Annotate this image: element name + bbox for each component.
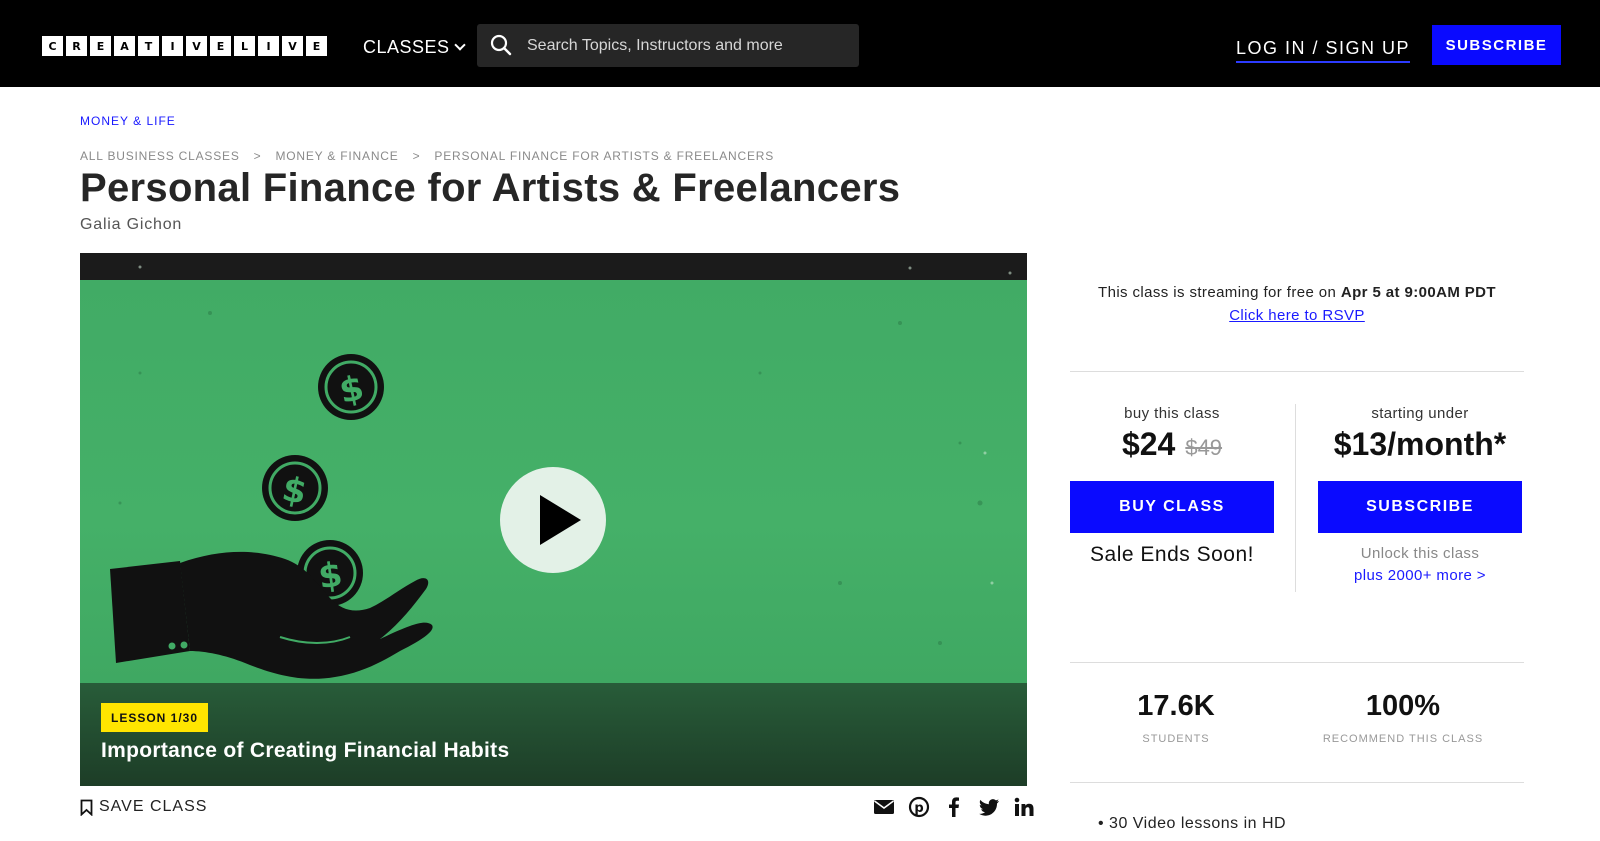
feature-text: 30 Video lessons in HD [1109, 815, 1287, 832]
logo-letter: E [306, 36, 327, 56]
pinterest-icon[interactable]: p [908, 796, 930, 818]
divider [1070, 662, 1524, 663]
subscription-price: $13/month* [1333, 426, 1507, 462]
play-button[interactable] [500, 467, 606, 573]
recommend-label: RECOMMEND THIS CLASS [1322, 733, 1484, 745]
bookmark-icon [80, 799, 93, 816]
sale-notice: Sale Ends Soon! [1090, 543, 1254, 566]
page-title: Personal Finance for Artists & Freelance… [80, 166, 901, 210]
breadcrumb-separator: > [253, 149, 262, 163]
logo-letter: A [114, 36, 135, 56]
subscribe-button[interactable]: SUBSCRIBE [1318, 481, 1522, 533]
logo-letter: E [90, 36, 111, 56]
video-player[interactable]: $ $ $ LESSON 1/30 Importance of Creating… [80, 253, 1027, 786]
lesson-title: Importance of Creating Financial Habits [101, 739, 510, 762]
logo-letter: I [258, 36, 279, 56]
logo-letter: C [42, 36, 63, 56]
streaming-notice: This class is streaming for free on Apr … [1070, 284, 1524, 301]
chevron-down-icon [453, 39, 466, 51]
buy-class-button[interactable]: BUY CLASS [1070, 481, 1274, 533]
streaming-date: Apr 5 at 9:00AM PDT [1340, 284, 1496, 301]
logo-letter: L [234, 36, 255, 56]
original-price: $49 [1185, 435, 1223, 460]
subscription-label: starting under [1371, 405, 1469, 422]
divider [1070, 782, 1524, 783]
recommend-percent: 100% [1365, 690, 1441, 722]
logo-letter: T [138, 36, 159, 56]
email-icon[interactable] [873, 796, 895, 818]
dollar-coin-icon: $ [318, 354, 384, 420]
save-class-button[interactable]: SAVE CLASS [80, 798, 207, 816]
column-divider [1295, 404, 1296, 592]
buy-class-label: buy this class [1124, 405, 1220, 422]
play-icon [540, 495, 581, 545]
classes-dropdown[interactable]: CLASSES [363, 37, 466, 58]
unlock-text: Unlock this class [1360, 545, 1480, 562]
subscribe-button-header[interactable]: SUBSCRIBE [1432, 25, 1561, 65]
lesson-badge: LESSON 1/30 [101, 703, 209, 732]
login-signup-link[interactable]: LOG IN / SIGN UP [1236, 38, 1411, 63]
classes-label: CLASSES [363, 37, 450, 57]
logo-letter: I [162, 36, 183, 56]
feature-list-item: • 30 Video lessons in HD [1098, 815, 1287, 832]
logo-letter: V [282, 36, 303, 56]
creativelive-logo[interactable]: CREATIVELIVE [42, 36, 327, 56]
students-label: STUDENTS [1142, 733, 1210, 745]
instructor-name[interactable]: Galia Gichon [80, 216, 182, 234]
buy-price: $24 $49 [1070, 426, 1274, 463]
share-icons: p [873, 796, 1035, 818]
top-navigation-bar: CREATIVELIVE CLASSES LOG IN / SIGN UP SU… [0, 0, 1600, 87]
logo-letter: E [210, 36, 231, 56]
logo-letter: R [66, 36, 87, 56]
logo-letter: V [186, 36, 207, 56]
search-box[interactable] [477, 24, 859, 67]
breadcrumb-item[interactable]: PERSONAL FINANCE FOR ARTISTS & FREELANCE… [434, 149, 774, 163]
breadcrumb-item[interactable]: MONEY & FINANCE [275, 149, 398, 163]
breadcrumb: ALL BUSINESS CLASSES > MONEY & FINANCE >… [80, 149, 774, 163]
more-classes-link[interactable]: plus 2000+ more > [1318, 567, 1522, 584]
category-link[interactable]: MONEY & LIFE [80, 114, 176, 128]
current-price: $24 [1121, 426, 1176, 462]
breadcrumb-item[interactable]: ALL BUSINESS CLASSES [80, 149, 240, 163]
linkedin-icon[interactable] [1013, 796, 1035, 818]
rsvp-link[interactable]: Click here to RSVP [1070, 307, 1524, 324]
facebook-icon[interactable] [943, 796, 965, 818]
search-input[interactable] [527, 24, 847, 67]
breadcrumb-separator: > [412, 149, 421, 163]
students-count: 17.6K [1137, 690, 1215, 722]
svg-text:p: p [914, 801, 923, 816]
search-icon[interactable] [489, 33, 513, 57]
divider [1070, 371, 1524, 372]
dollar-coin-icon: $ [262, 455, 328, 521]
streaming-notice-text: This class is streaming for free on [1098, 284, 1341, 301]
save-class-label: SAVE CLASS [99, 798, 208, 815]
twitter-icon[interactable] [978, 796, 1000, 818]
